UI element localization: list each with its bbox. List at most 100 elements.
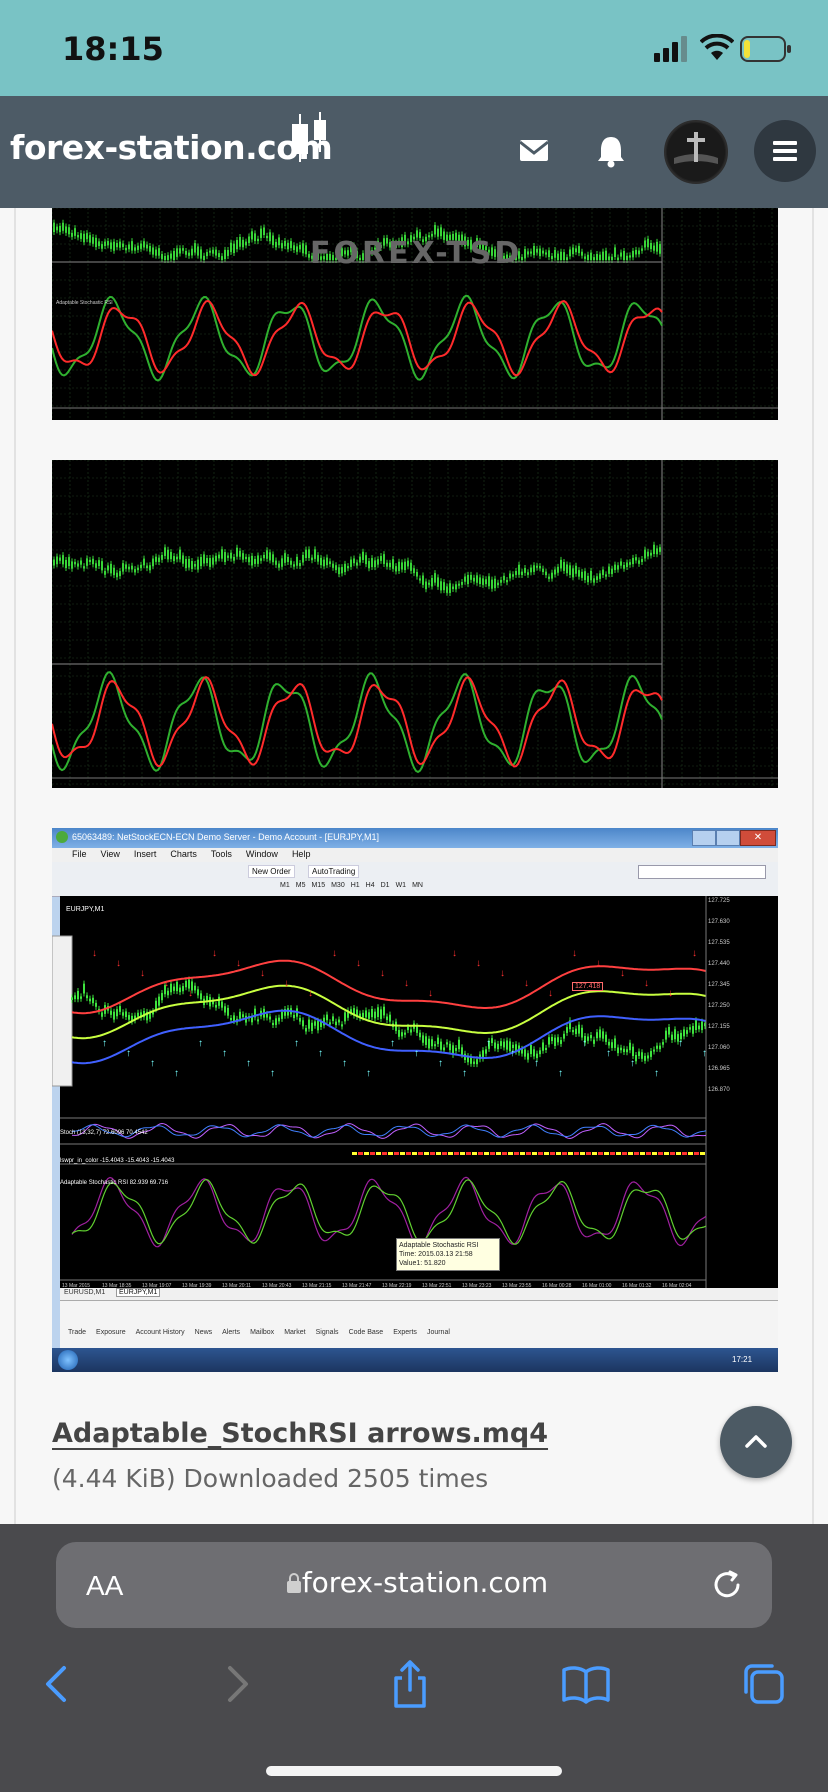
candle xyxy=(242,239,244,248)
candle xyxy=(626,255,628,260)
wpr-bar xyxy=(640,1152,645,1155)
menu-view[interactable]: View xyxy=(101,849,120,859)
new-order-button[interactable]: New Order xyxy=(248,865,295,878)
price-axis-label: 127.535 xyxy=(708,940,730,946)
candle xyxy=(113,1011,115,1020)
back-icon[interactable] xyxy=(28,1654,88,1714)
sheet-tab-eurjpy[interactable]: EURJPY,M1 xyxy=(116,1288,161,1297)
terminal-tab-experts[interactable]: Experts xyxy=(393,1329,417,1336)
terminal-tab-trade[interactable]: Trade xyxy=(68,1329,86,1336)
candle xyxy=(293,245,295,250)
candle xyxy=(542,1042,544,1051)
candle xyxy=(92,558,94,565)
candle xyxy=(113,567,115,576)
timeframe-mn[interactable]: MN xyxy=(412,882,423,889)
candle xyxy=(611,256,613,260)
candle xyxy=(194,564,196,567)
buy-arrow: ↑ xyxy=(126,1048,131,1059)
candle xyxy=(569,249,571,257)
tabs-icon[interactable] xyxy=(734,1654,794,1714)
candle xyxy=(650,242,652,250)
candle xyxy=(245,241,247,246)
candle xyxy=(656,241,658,252)
candle xyxy=(629,562,631,565)
autotrading-button[interactable]: AutoTrading xyxy=(308,865,360,878)
wpr-bar xyxy=(580,1152,585,1155)
terminal-tab-market[interactable]: Market xyxy=(284,1329,305,1336)
candle xyxy=(692,1026,694,1034)
menu-file[interactable]: File xyxy=(72,849,87,859)
candle xyxy=(275,241,277,248)
candle xyxy=(146,244,148,249)
menu-charts[interactable]: Charts xyxy=(170,849,197,859)
candle xyxy=(179,248,181,254)
wpr-bar xyxy=(502,1152,507,1155)
bookmarks-icon[interactable] xyxy=(556,1654,616,1714)
candle xyxy=(530,1045,532,1055)
menu-insert[interactable]: Insert xyxy=(134,849,157,859)
address-bar[interactable]: AA forex-station.com xyxy=(56,1542,772,1628)
terminal-tab-alerts[interactable]: Alerts xyxy=(222,1329,240,1336)
candle xyxy=(413,568,415,574)
chart-image-3-mt4-screenshot[interactable]: 65063489: NetStockECN-ECN Demo Server - … xyxy=(52,828,778,1372)
reload-icon[interactable] xyxy=(708,1566,746,1604)
candle xyxy=(101,561,103,571)
terminal-tab-mailbox[interactable]: Mailbox xyxy=(250,1329,274,1336)
wpr-bar xyxy=(508,1152,513,1155)
share-icon[interactable] xyxy=(380,1654,440,1714)
window-close-button[interactable]: ✕ xyxy=(740,830,776,846)
terminal-tab-code-base[interactable]: Code Base xyxy=(349,1329,384,1336)
terminal-tab-signals[interactable]: Signals xyxy=(316,1329,339,1336)
terminal-tab-news[interactable]: News xyxy=(195,1329,213,1336)
notifications-button[interactable] xyxy=(578,118,644,184)
download-link[interactable]: Adaptable_StochRSI arrows.mq4 xyxy=(52,1418,548,1449)
candle xyxy=(182,986,184,992)
sell-arrow: ↓ xyxy=(140,968,145,979)
timeframe-h4[interactable]: H4 xyxy=(366,882,375,889)
user-avatar[interactable] xyxy=(664,120,728,184)
mt4-search-box[interactable] xyxy=(638,865,766,879)
candle xyxy=(113,241,115,251)
timeframe-m30[interactable]: M30 xyxy=(331,882,345,889)
candle xyxy=(527,1053,529,1060)
candle xyxy=(419,578,421,581)
chart-image-1[interactable]: FOREX-TSD Adaptable Stochastic RSI xyxy=(52,208,778,420)
candle xyxy=(641,248,643,251)
candle xyxy=(110,1010,112,1015)
timeframe-h1[interactable]: H1 xyxy=(351,882,360,889)
candle xyxy=(287,242,289,250)
timeframe-m1[interactable]: M1 xyxy=(280,882,290,889)
start-button[interactable] xyxy=(58,1350,78,1370)
candle xyxy=(383,1006,385,1016)
menu-button[interactable] xyxy=(754,120,816,182)
candle xyxy=(137,1012,139,1017)
timeframe-m5[interactable]: M5 xyxy=(296,882,306,889)
terminal-tab-exposure[interactable]: Exposure xyxy=(96,1329,126,1336)
messages-button[interactable] xyxy=(500,118,566,184)
menu-help[interactable]: Help xyxy=(292,849,311,859)
site-logo[interactable]: forex-station.com xyxy=(10,128,333,167)
candle xyxy=(185,980,187,988)
timeframe-m15[interactable]: M15 xyxy=(311,882,325,889)
candle xyxy=(605,1034,607,1042)
candle xyxy=(167,990,169,996)
window-maximize-button[interactable] xyxy=(716,830,740,846)
menu-tools[interactable]: Tools xyxy=(211,849,232,859)
candle xyxy=(305,245,307,255)
candle xyxy=(629,1042,631,1051)
window-minimize-button[interactable] xyxy=(692,830,716,846)
forward-icon[interactable] xyxy=(206,1654,266,1714)
sheet-tab-eurusd[interactable]: EURUSD,M1 xyxy=(64,1289,105,1296)
chart-image-2[interactable] xyxy=(52,460,778,788)
candle xyxy=(386,562,388,567)
candle xyxy=(89,235,91,243)
menu-window[interactable]: Window xyxy=(246,849,278,859)
terminal-tab-journal[interactable]: Journal xyxy=(427,1329,450,1336)
timeframe-d1[interactable]: D1 xyxy=(381,882,390,889)
candle xyxy=(122,563,124,572)
timeframe-w1[interactable]: W1 xyxy=(396,882,407,889)
scroll-to-top-button[interactable] xyxy=(720,1406,792,1478)
wpr-bar xyxy=(364,1152,369,1155)
candle xyxy=(143,558,145,566)
terminal-tab-account-history[interactable]: Account History xyxy=(136,1329,185,1336)
